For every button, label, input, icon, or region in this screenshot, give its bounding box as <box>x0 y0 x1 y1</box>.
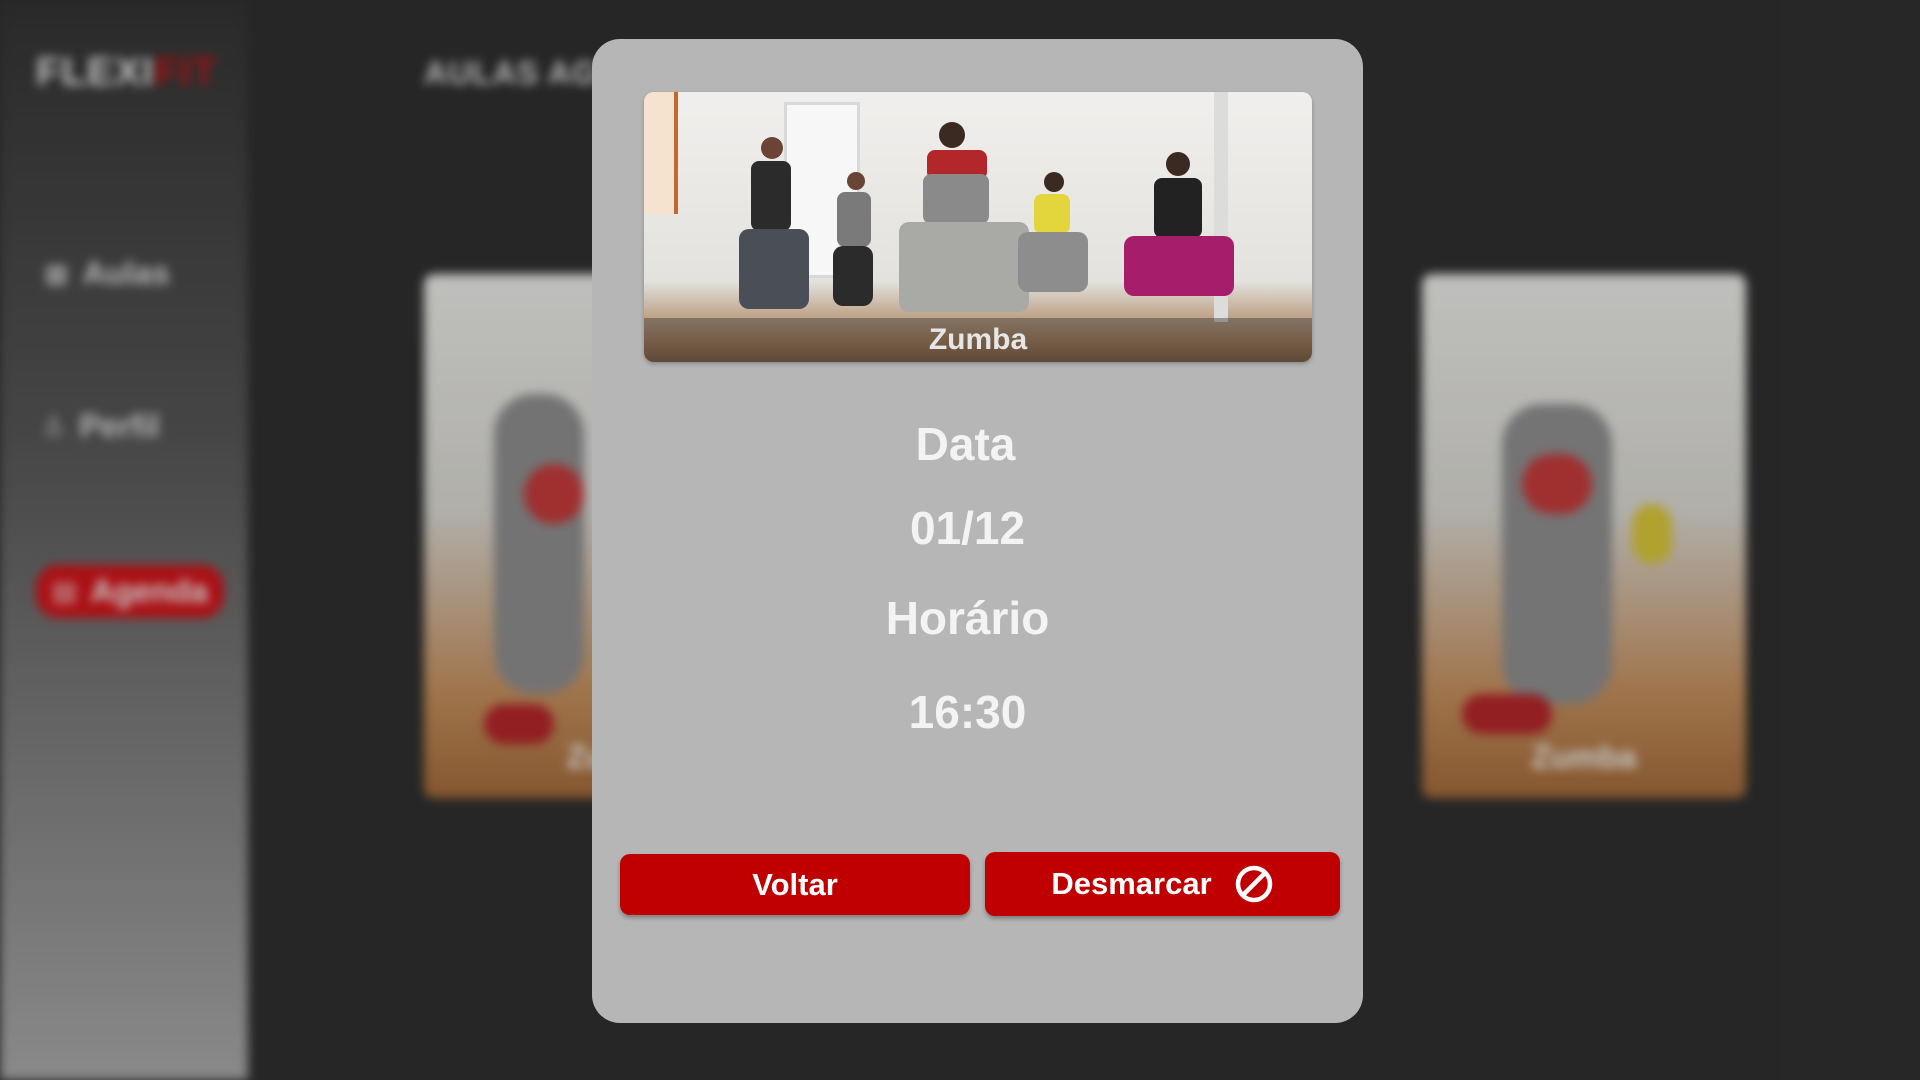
class-name-label: Zumba <box>644 318 1312 362</box>
time-value: 16:30 <box>908 686 1027 738</box>
date-label: Data <box>915 418 1016 470</box>
cancel-booking-button[interactable]: Desmarcar <box>985 852 1340 916</box>
ban-icon <box>1235 865 1272 903</box>
class-photo: Zumba <box>644 92 1312 362</box>
time-label: Horário <box>885 592 1050 644</box>
back-button-label: Voltar <box>752 866 838 902</box>
back-button[interactable]: Voltar <box>620 854 970 915</box>
cancel-button-label: Desmarcar <box>1051 866 1212 901</box>
date-value: 01/12 <box>909 502 1026 554</box>
class-details-modal: Zumba Data 01/12 Horário 16:30 Voltar De… <box>592 39 1363 1023</box>
window <box>644 92 678 214</box>
